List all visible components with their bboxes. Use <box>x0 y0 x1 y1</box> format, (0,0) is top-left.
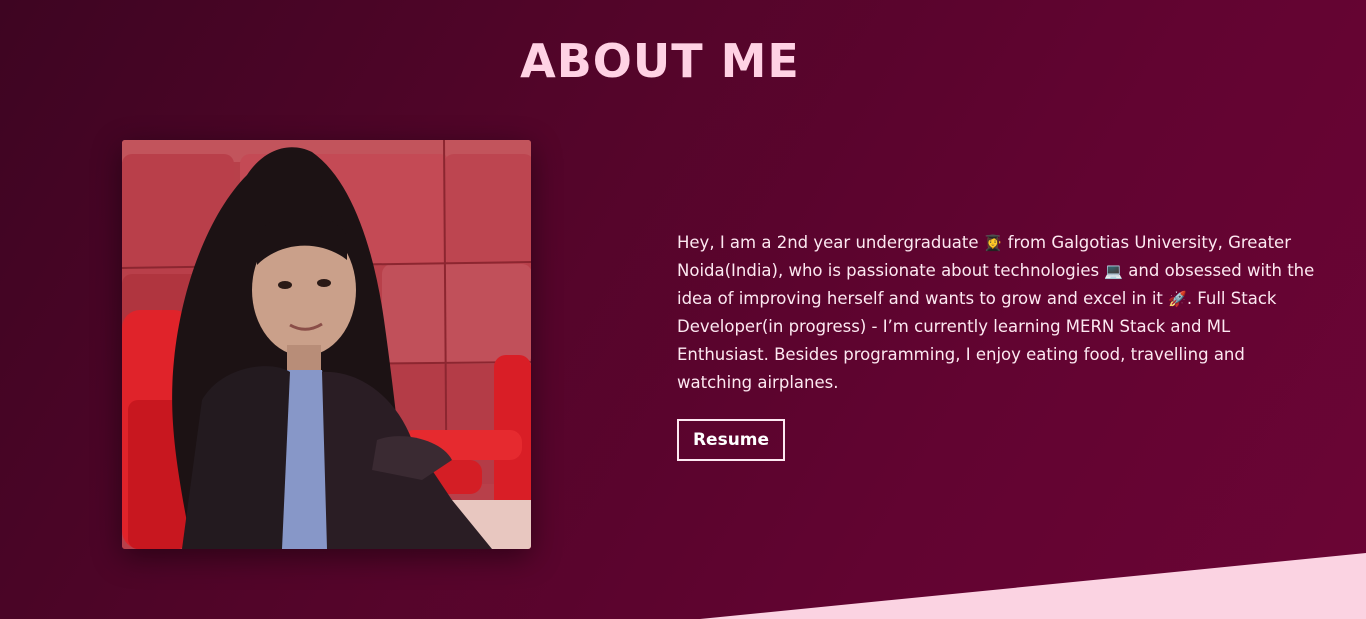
resume-button[interactable]: Resume <box>677 419 785 461</box>
section-title: ABOUT ME <box>520 34 800 88</box>
student-emoji-icon: 👩‍🎓 <box>983 234 1003 252</box>
profile-photo <box>122 140 531 549</box>
bio-paragraph: Hey, I am a 2nd year undergraduate 👩‍🎓 f… <box>677 229 1317 397</box>
bio-text-1: Hey, I am a 2nd year undergraduate <box>677 233 984 252</box>
rocket-emoji-icon: 🚀 <box>1168 290 1187 308</box>
decorative-wedge <box>700 553 1366 619</box>
laptop-emoji-icon: 💻 <box>1104 262 1124 280</box>
